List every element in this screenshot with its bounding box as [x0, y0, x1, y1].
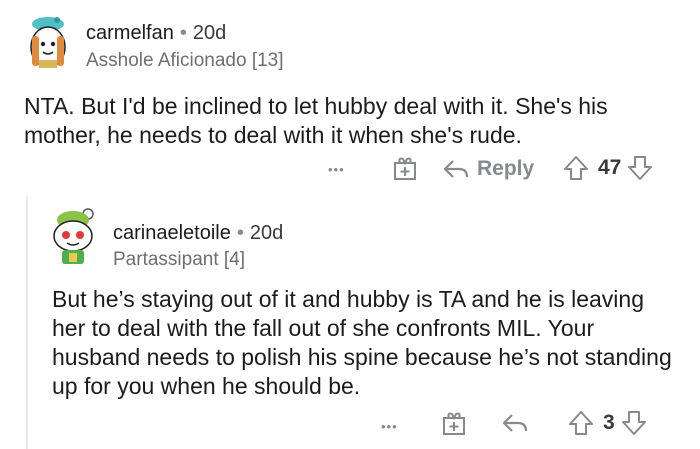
comment-author-line: carmelfan • 20d [86, 22, 226, 45]
user-flair: Asshole Aficionado [13] [86, 50, 284, 71]
downvote-icon[interactable] [627, 155, 653, 181]
avatar[interactable] [22, 14, 74, 72]
avatar-icon [53, 208, 94, 264]
separator-dot: • [236, 222, 244, 244]
downvote-icon[interactable] [621, 410, 647, 436]
avatar[interactable] [46, 206, 100, 266]
more-options-button[interactable]: ••• [328, 162, 345, 177]
comment-age: 20d [249, 222, 284, 244]
award-button[interactable] [393, 155, 417, 181]
user-flair: Partassipant [4] [113, 249, 246, 270]
award-button[interactable] [442, 410, 466, 436]
comment-author-line: carinaeletoile • 20d [113, 222, 283, 245]
gift-icon [443, 412, 465, 435]
reply-label: Reply [477, 157, 535, 180]
comment-body: But he’s staying out of it and hubby is … [52, 286, 672, 399]
separator-dot: • [179, 22, 187, 44]
upvote-icon[interactable] [563, 155, 589, 181]
gift-icon [394, 157, 416, 180]
avatar-icon [30, 17, 66, 68]
reply-arrow-icon [502, 414, 528, 432]
reply-button[interactable] [502, 412, 528, 434]
vote-count: 3 [603, 411, 615, 434]
upvote-icon[interactable] [568, 410, 594, 436]
vote-count: 47 [598, 156, 622, 179]
vote-controls: 47 [563, 155, 653, 181]
comment-age: 20d [192, 22, 227, 44]
thread-line[interactable] [26, 196, 28, 449]
comment-body: NTA. But I'd be inclined to let hubby de… [24, 93, 608, 148]
username[interactable]: carmelfan [86, 22, 174, 44]
more-options-button[interactable]: ••• [381, 419, 398, 434]
username[interactable]: carinaeletoile [113, 222, 231, 244]
reply-button[interactable]: Reply [443, 157, 534, 181]
vote-controls: 3 [568, 410, 647, 436]
reply-arrow-icon [443, 160, 469, 178]
